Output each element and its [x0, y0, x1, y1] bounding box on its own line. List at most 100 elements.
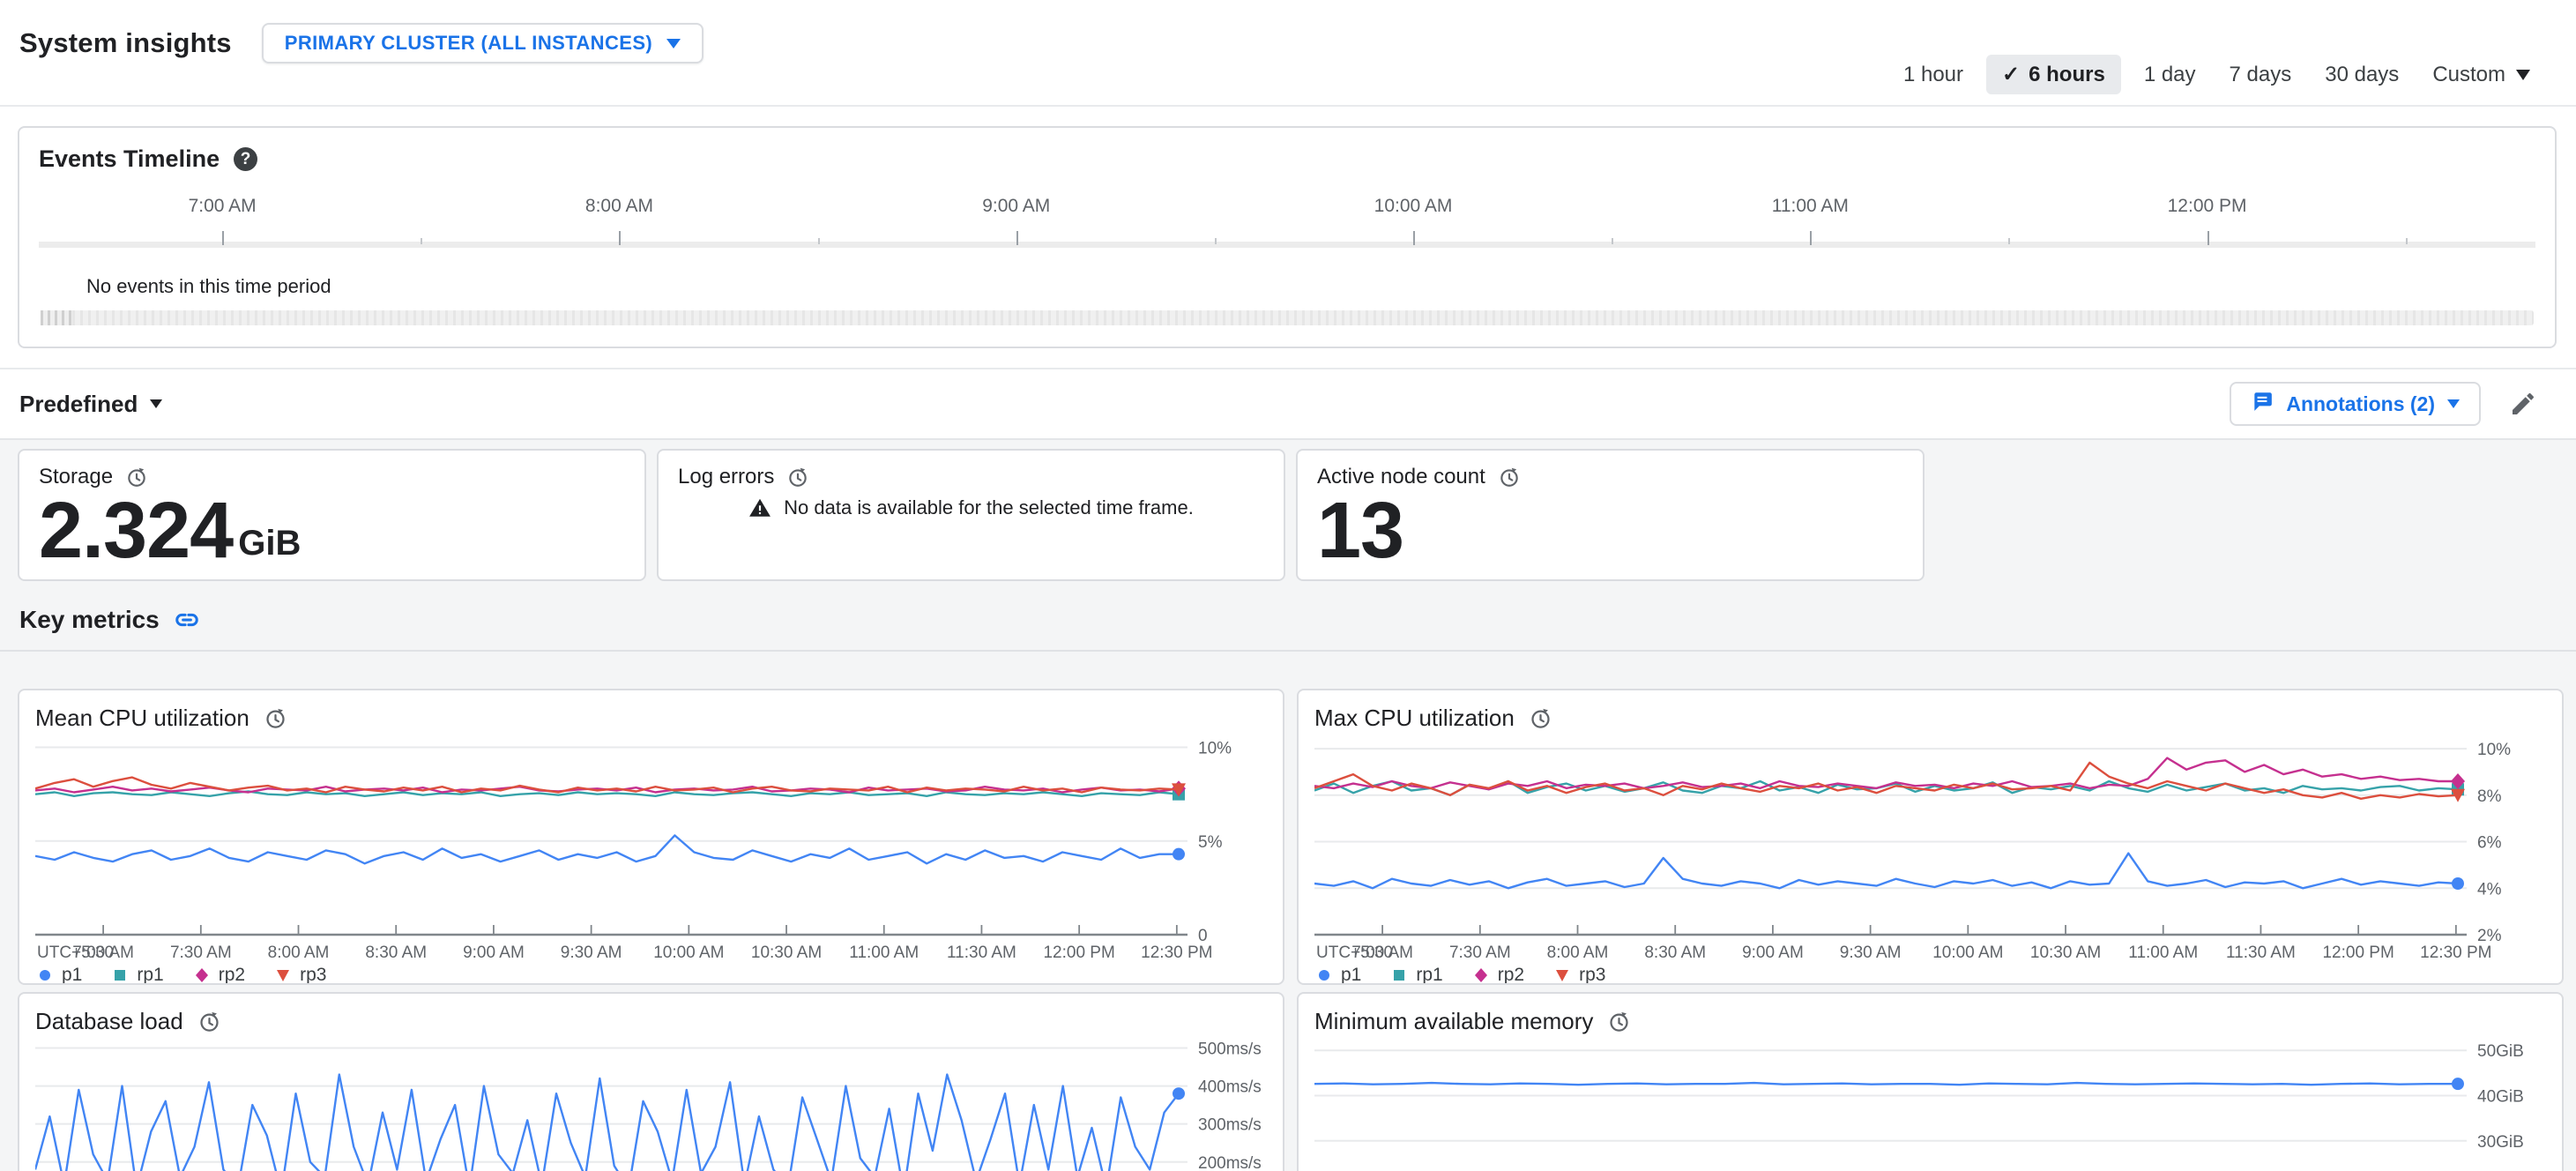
time-range-option-label: 1 day [2143, 62, 2196, 86]
mean-cpu-utilization-chart: 0 5% 10% 7:00 AM 7:30 AM 8:00 AM 8:30 AM 9:00 A… [35, 739, 1267, 965]
legend-item[interactable]: p1 [1316, 965, 1362, 985]
key-metrics-header: Key metrics [19, 606, 2558, 634]
metric-title: Log errors [678, 465, 775, 489]
timeline-hour-tick [2207, 231, 2209, 245]
annotations-button[interactable]: Annotations (2) [2230, 382, 2481, 426]
legend-label: p1 [62, 965, 83, 985]
chart-card-min-memory: Minimum available memory 10GiB20GiB30GiB… [1297, 992, 2564, 1171]
timeline-hour-tick [1413, 231, 1416, 245]
predefined-label: Predefined [19, 390, 138, 417]
time-range-option-label: 7 days [2229, 62, 2292, 86]
svg-text:11:30 AM: 11:30 AM [2226, 944, 2296, 962]
annotation-icon [2251, 390, 2274, 418]
time-range-option[interactable]: 1 day [2133, 56, 2207, 94]
time-aggregation-icon[interactable] [1529, 706, 1552, 730]
legend-label: rp3 [300, 965, 327, 985]
page-title: System insights [19, 27, 232, 58]
timeline-hour-label: 12:00 PM [2167, 196, 2247, 216]
time-range-option-label: 30 days [2325, 62, 2400, 86]
title-row: System insights PRIMARY CLUSTER (ALL INS… [19, 23, 704, 86]
chart-title: Database load [35, 1008, 183, 1034]
time-aggregation-icon[interactable] [786, 466, 809, 489]
time-range-option[interactable]: 7 days [2219, 56, 2303, 94]
svg-text:UTC+5:30: UTC+5:30 [1316, 944, 1393, 962]
legend-item[interactable]: rp2 [194, 965, 245, 983]
timeline-hour-label: 8:00 AM [584, 196, 653, 216]
chart-title: Max CPU utilization [1314, 705, 1515, 731]
svg-text:5%: 5% [1198, 833, 1223, 852]
time-range-selector: 1 hour ✓ 6 hours 1 day 7 days 30 days Custom [1893, 55, 2541, 105]
top-header: System insights PRIMARY CLUSTER (ALL INS… [0, 0, 2576, 107]
legend-item[interactable]: rp3 [275, 965, 327, 985]
toolbar-right: Annotations (2) [2230, 382, 2541, 426]
timeline-hour-label: 7:00 AM [188, 196, 257, 216]
legend-label: rp3 [1579, 965, 1606, 985]
edit-pencil-icon[interactable] [2505, 386, 2541, 421]
timeline-scrollbar[interactable] [41, 310, 2534, 325]
svg-text:10:00 AM: 10:00 AM [1932, 944, 2003, 962]
legend-item[interactable]: rp1 [112, 965, 164, 983]
timeline-half-hour-tick [1214, 238, 1217, 244]
svg-text:10:30 AM: 10:30 AM [2030, 944, 2101, 962]
divider [0, 650, 2576, 652]
svg-text:50GiB: 50GiB [2477, 1042, 2524, 1061]
timeline-track [39, 242, 2535, 248]
legend-label: rp1 [1416, 965, 1443, 985]
svg-text:12:00 PM: 12:00 PM [1043, 944, 1114, 962]
time-aggregation-icon[interactable] [1607, 1010, 1631, 1033]
timeline-half-hour-tick [2405, 238, 2408, 244]
time-range-option-label: 1 hour [1902, 62, 1964, 86]
svg-text:300ms/s: 300ms/s [1198, 1116, 1262, 1135]
legend-item[interactable]: rp2 [1473, 965, 1524, 983]
cluster-selector-button[interactable]: PRIMARY CLUSTER (ALL INSTANCES) [261, 23, 704, 63]
help-icon[interactable]: ? [234, 147, 258, 171]
time-aggregation-icon[interactable] [264, 706, 287, 730]
minimum-available-memory-chart: 10GiB20GiB30GiB40GiB50GiB7:00 AM7:30 AM8… [1314, 1042, 2546, 1171]
svg-text:UTC+5:30: UTC+5:30 [37, 944, 114, 962]
timeline-half-hour-tick [421, 238, 423, 244]
svg-text:10:00 AM: 10:00 AM [653, 944, 724, 962]
events-timeline-card: Events Timeline ? 7:00 AM 8:00 AM 9:00 AM 1… [18, 126, 2557, 348]
time-aggregation-icon[interactable] [1498, 466, 1521, 489]
svg-text:9:00 AM: 9:00 AM [1742, 944, 1804, 962]
svg-text:4%: 4% [2477, 880, 2502, 899]
timeline-hour-tick [1016, 231, 1018, 245]
diamond-marker-icon [195, 968, 208, 982]
legend-item[interactable]: rp1 [1391, 965, 1443, 985]
chart-card-max-cpu: Max CPU utilization 2% 4% 6% 8% 10% 7:00 AM 7:… [1297, 689, 2564, 985]
svg-text:500ms/s: 500ms/s [1198, 1042, 1262, 1058]
chart-header: Minimum available memory [1314, 1008, 2546, 1035]
svg-text:2%: 2% [2477, 927, 2502, 945]
no-data-message-row: No data is available for the selected ti… [678, 496, 1264, 519]
svg-text:12:30 PM: 12:30 PM [2420, 944, 2491, 962]
svg-text:12:00 PM: 12:00 PM [2322, 944, 2394, 962]
time-aggregation-icon[interactable] [125, 466, 148, 489]
link-icon[interactable] [174, 607, 200, 633]
svg-text:11:00 AM: 11:00 AM [2128, 944, 2198, 962]
active-node-count-value: 13 [1317, 487, 1404, 575]
time-aggregation-icon[interactable] [197, 1010, 221, 1033]
svg-text:8%: 8% [2477, 787, 2502, 806]
svg-text:0: 0 [1198, 927, 1208, 945]
legend-label: p1 [1341, 965, 1362, 985]
timeline-half-hour-tick [817, 238, 820, 244]
legend-item[interactable]: p1 [37, 965, 83, 985]
svg-text:8:00 AM: 8:00 AM [1547, 944, 1609, 962]
legend-item[interactable]: rp3 [1554, 965, 1606, 985]
time-range-option[interactable]: ✓ 6 hours [1986, 55, 2121, 94]
time-range-custom[interactable]: Custom [2422, 56, 2541, 94]
timeline-hour-label: 11:00 AM [1771, 196, 1849, 216]
predefined-dropdown[interactable]: Predefined [19, 390, 163, 418]
triangle-marker-icon [1556, 970, 1569, 981]
svg-text:11:30 AM: 11:30 AM [947, 944, 1016, 962]
timeline-half-hour-tick [2008, 238, 2011, 244]
triangle-marker-icon [277, 970, 290, 981]
time-range-option[interactable]: 1 hour [1893, 56, 1974, 94]
storage-unit: GiB [238, 523, 302, 563]
events-empty-message: No events in this time period [86, 275, 331, 297]
timeline-scrollbar-handle[interactable] [41, 310, 72, 325]
metric-value-row: 2.324 GiB [39, 490, 625, 572]
cluster-selector-label: PRIMARY CLUSTER (ALL INSTANCES) [284, 32, 653, 54]
chart-legend: p1 rp1 rp2 rp3 [35, 965, 1267, 985]
time-range-option[interactable]: 30 days [2314, 56, 2409, 94]
